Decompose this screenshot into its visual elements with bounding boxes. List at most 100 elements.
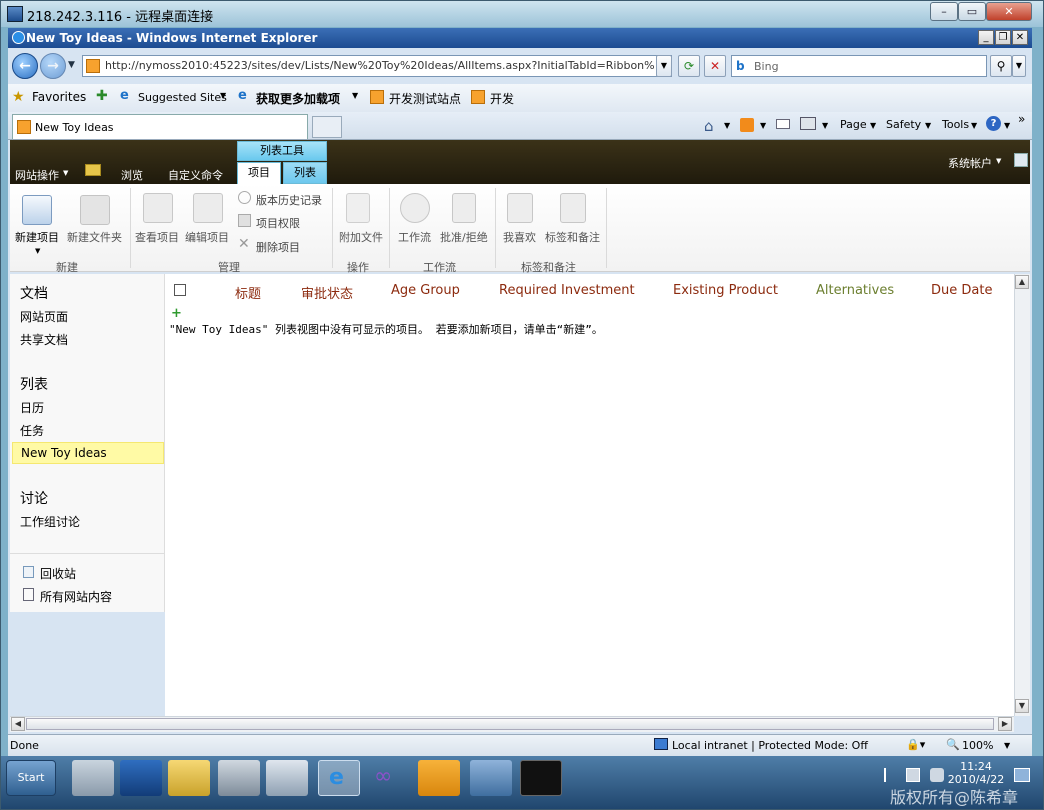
- chevron-down-icon[interactable]: ▼: [1004, 121, 1010, 130]
- scroll-thumb[interactable]: [26, 718, 994, 730]
- chevron-down-icon[interactable]: ▼: [35, 247, 40, 255]
- search-box[interactable]: b Bing: [731, 55, 987, 77]
- server-manager-icon[interactable]: [72, 760, 114, 796]
- tab-custom-commands[interactable]: 自定义命令: [168, 167, 223, 183]
- network-tray-icon[interactable]: [906, 768, 920, 782]
- navigate-up-icon[interactable]: [85, 164, 101, 176]
- address-text[interactable]: http://nymoss2010:45223/sites/dev/Lists/…: [105, 59, 655, 72]
- column-header-due-date[interactable]: Due Date: [931, 283, 992, 298]
- edit-item-button[interactable]: 编辑项目: [185, 229, 229, 245]
- visual-studio-icon[interactable]: ∞: [366, 760, 408, 796]
- network-icon[interactable]: [470, 760, 512, 796]
- select-all-checkbox[interactable]: [174, 284, 186, 296]
- command-prompt-icon[interactable]: [520, 760, 562, 796]
- action-center-flag-icon[interactable]: [884, 768, 898, 782]
- chevron-down-icon[interactable]: ▼: [870, 121, 876, 130]
- chevron-down-icon[interactable]: ▼: [925, 121, 931, 130]
- volume-muted-icon[interactable]: [930, 768, 944, 782]
- mail-icon[interactable]: [776, 119, 790, 129]
- add-favorite-icon[interactable]: ✚: [96, 88, 108, 104]
- more-commands-icon[interactable]: »: [1018, 112, 1025, 126]
- more-addons-link[interactable]: 获取更多加载项: [256, 90, 340, 107]
- new-tab-button[interactable]: [312, 116, 342, 138]
- sync-icon[interactable]: [1014, 153, 1028, 167]
- site-actions-menu[interactable]: 网站操作: [15, 167, 59, 183]
- i-like-it-button[interactable]: 我喜欢: [503, 229, 536, 245]
- tab-list[interactable]: 列表: [283, 162, 327, 184]
- nav-item-calendar[interactable]: 日历: [20, 399, 44, 416]
- start-button[interactable]: Start: [6, 760, 56, 796]
- new-item-button[interactable]: 新建项目: [15, 229, 59, 245]
- approve-reject-button[interactable]: 批准/拒绝: [440, 229, 488, 245]
- nav-item-shared-documents[interactable]: 共享文档: [20, 331, 68, 348]
- ie-titlebar[interactable]: New Toy Ideas - Windows Internet Explore…: [8, 28, 1032, 48]
- nav-item-all-site-content[interactable]: 所有网站内容: [40, 588, 112, 605]
- delete-item-button[interactable]: 删除项目: [256, 239, 300, 255]
- chevron-down-icon[interactable]: ▼: [971, 121, 977, 130]
- safety-menu[interactable]: Safety: [886, 118, 921, 131]
- history-dropdown-icon[interactable]: ▼: [68, 60, 75, 70]
- zoom-level[interactable]: 100%: [962, 739, 993, 752]
- ie-minimize-button[interactable]: _: [978, 30, 994, 45]
- stop-icon[interactable]: ✕: [704, 55, 726, 77]
- horizontal-scrollbar[interactable]: ◀ ▶: [10, 716, 1014, 732]
- user-menu[interactable]: 系统帐户: [948, 155, 992, 171]
- page-menu[interactable]: Page: [840, 118, 867, 131]
- refresh-icon[interactable]: ⟳: [678, 55, 700, 77]
- nav-heading-lists[interactable]: 列表: [20, 374, 48, 394]
- chevron-down-icon[interactable]: ▼: [220, 91, 226, 100]
- tab-browse[interactable]: 浏览: [121, 167, 143, 183]
- taskbar-clock[interactable]: 11:24 2010/4/22: [946, 760, 1006, 786]
- search-options-icon[interactable]: ▼: [1012, 55, 1026, 77]
- vertical-scrollbar[interactable]: ▲ ▼: [1014, 274, 1030, 716]
- rdp-close-button[interactable]: ✕: [986, 2, 1032, 21]
- chevron-down-icon[interactable]: ▼: [63, 169, 68, 177]
- view-item-button[interactable]: 查看项目: [135, 229, 179, 245]
- nav-heading-documents[interactable]: 文档: [20, 283, 48, 303]
- ie-close-button[interactable]: ✕: [1012, 30, 1028, 45]
- home-icon[interactable]: ⌂: [704, 117, 714, 135]
- dev-link[interactable]: 开发: [490, 90, 514, 107]
- show-desktop-icon[interactable]: [1014, 768, 1030, 782]
- back-button[interactable]: ←: [12, 53, 38, 79]
- search-icon[interactable]: ⚲: [990, 55, 1012, 77]
- dev-test-site-link[interactable]: 开发测试站点: [389, 90, 461, 107]
- column-header-title[interactable]: 标题: [235, 283, 261, 302]
- new-folder-button[interactable]: 新建文件夹: [67, 229, 122, 245]
- explorer-icon[interactable]: [168, 760, 210, 796]
- ie-restore-button[interactable]: ❐: [995, 30, 1011, 45]
- column-header-alternatives[interactable]: Alternatives: [816, 283, 894, 298]
- print-icon[interactable]: [800, 117, 816, 130]
- item-permissions-button[interactable]: 项目权限: [256, 215, 300, 231]
- rdp-maximize-button[interactable]: ▭: [958, 2, 986, 21]
- chevron-down-icon[interactable]: ▼: [1004, 741, 1010, 750]
- protected-mode-icon[interactable]: 🔒▾: [906, 738, 925, 751]
- scroll-down-icon[interactable]: ▼: [1015, 699, 1029, 713]
- services-icon[interactable]: [266, 760, 308, 796]
- internet-explorer-icon[interactable]: e: [318, 760, 360, 796]
- attach-file-button[interactable]: 附加文件: [339, 229, 383, 245]
- chevron-down-icon[interactable]: ▼: [996, 157, 1001, 165]
- column-header-age-group[interactable]: Age Group: [391, 283, 460, 298]
- nav-heading-discussions[interactable]: 讨论: [20, 488, 48, 508]
- scroll-left-icon[interactable]: ◀: [11, 717, 25, 731]
- suggested-sites-link[interactable]: Suggested Sites: [138, 91, 227, 104]
- chevron-down-icon[interactable]: ▼: [760, 121, 766, 130]
- chevron-down-icon[interactable]: ▼: [822, 121, 828, 130]
- nav-item-recycle-bin[interactable]: 回收站: [40, 565, 76, 582]
- tab-new-toy-ideas[interactable]: New Toy Ideas: [12, 114, 308, 139]
- powershell-icon[interactable]: [120, 760, 162, 796]
- admin-tools-icon[interactable]: [218, 760, 260, 796]
- nav-item-team-discussion[interactable]: 工作组讨论: [20, 513, 80, 530]
- tags-notes-button[interactable]: 标签和备注: [545, 229, 600, 245]
- address-dropdown-button[interactable]: ▼: [656, 55, 672, 77]
- favorites-button[interactable]: Favorites: [32, 90, 86, 104]
- chevron-down-icon[interactable]: ▼: [724, 121, 730, 130]
- help-icon[interactable]: ?: [986, 116, 1001, 131]
- security-zone-text[interactable]: Local intranet | Protected Mode: Off: [672, 739, 868, 752]
- column-header-required-investment[interactable]: Required Investment: [499, 283, 635, 298]
- workflows-button[interactable]: 工作流: [398, 229, 431, 245]
- forward-button[interactable]: →: [40, 53, 66, 79]
- scroll-right-icon[interactable]: ▶: [998, 717, 1012, 731]
- scroll-up-icon[interactable]: ▲: [1015, 275, 1029, 289]
